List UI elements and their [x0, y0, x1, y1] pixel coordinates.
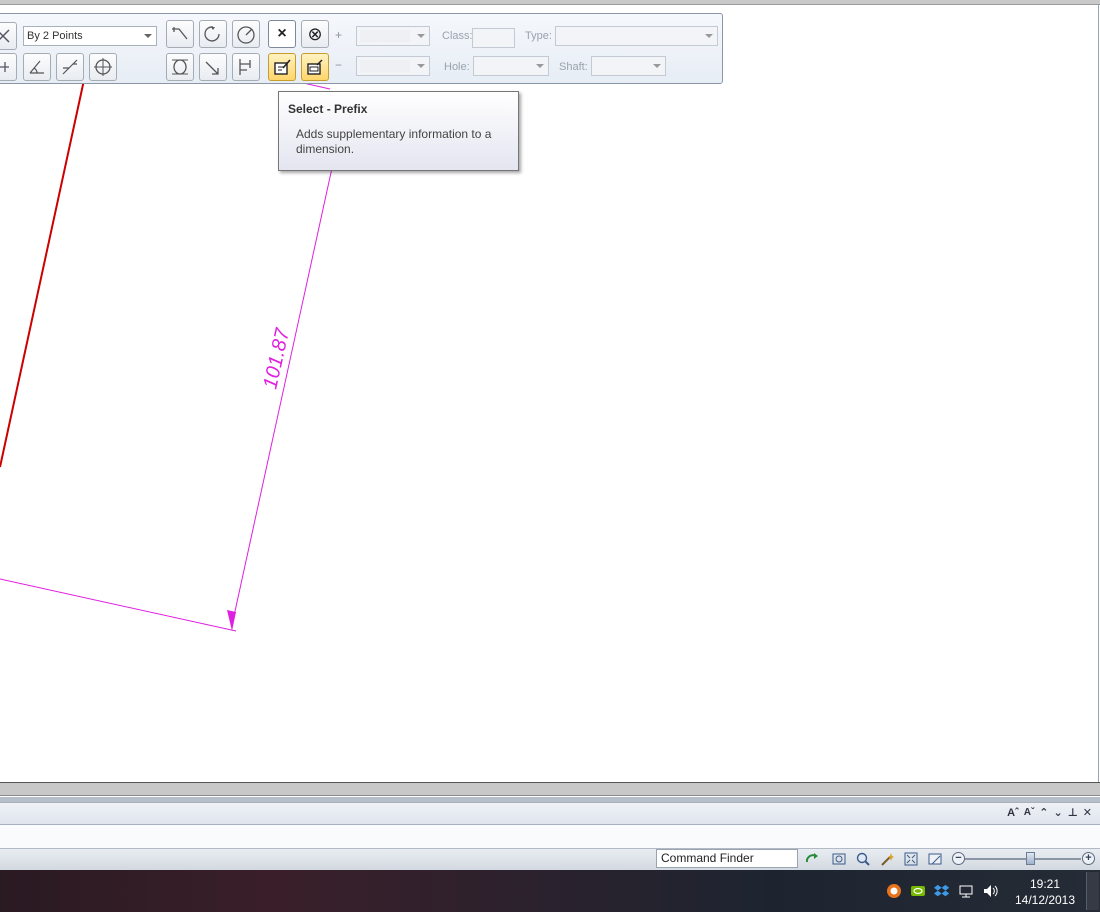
docked-panel-body[interactable] — [0, 825, 1100, 849]
dimension-line — [231, 167, 333, 626]
upper-tolerance-combo[interactable] — [356, 26, 430, 46]
font-decrease-icon[interactable]: Aˇ — [1024, 806, 1035, 820]
deselect-button[interactable]: ⊗ — [301, 20, 329, 48]
system-clock[interactable]: 19:21 14/12/2013 — [1010, 876, 1080, 908]
chamfer-dimension-icon — [62, 59, 78, 75]
docked-panel-header: Aˆ Aˇ ⌃ ⌄ ⊥ ✕ — [0, 802, 1100, 825]
class-field[interactable] — [472, 28, 515, 48]
prefix-button[interactable] — [268, 53, 296, 81]
smart-dimension-icon — [0, 29, 10, 43]
close-icon[interactable]: ✕ — [1083, 806, 1092, 820]
shaft-combo[interactable] — [591, 56, 666, 76]
angle-dimension-icon — [29, 60, 44, 74]
chevron-down-icon — [653, 64, 661, 68]
circle-x-icon: ⊗ — [307, 23, 323, 44]
angle-between-button[interactable] — [23, 53, 51, 81]
extension-line-bottom — [0, 578, 237, 632]
show-desktop-button[interactable] — [1086, 872, 1099, 910]
type-label: Type: — [525, 30, 552, 42]
clock-time: 19:21 — [1029, 877, 1061, 891]
chevron-down-icon — [417, 64, 425, 68]
pin-icon[interactable]: ⊥ — [1068, 806, 1078, 820]
radial-dimension-button[interactable] — [232, 20, 260, 48]
angular-coordinate-icon — [239, 59, 251, 75]
command-finder-input[interactable]: Command Finder — [656, 849, 798, 868]
type-combo[interactable] — [555, 26, 718, 46]
tooltip-body: Adds supplementary information to a dime… — [296, 127, 492, 156]
dimension-style-icon — [307, 59, 323, 75]
minus-sign: − — [335, 58, 343, 72]
hole-combo[interactable] — [473, 56, 549, 76]
hole-label: Hole: — [444, 61, 470, 73]
zoom-slider-track[interactable] — [965, 858, 1081, 860]
collapse-up-icon[interactable]: ⌃ — [1039, 806, 1048, 820]
chevron-down-icon — [705, 34, 713, 38]
angular-dimension-icon — [204, 26, 220, 42]
volume-icon[interactable] — [982, 883, 998, 899]
zoom-slider-thumb[interactable] — [1026, 852, 1035, 865]
horizontal-scrollbar[interactable] — [0, 782, 1100, 796]
dimension-command-bar: By 2 Points × ⊗ + Class: Type: − Hole: S… — [0, 13, 723, 84]
zoom-out-icon[interactable]: − — [952, 852, 965, 865]
zoom-in-icon[interactable]: + — [1082, 852, 1095, 865]
angular-coordinate-button[interactable] — [232, 53, 260, 81]
measure-mode-combo[interactable]: By 2 Points — [23, 26, 157, 46]
dimension-style-button[interactable] — [301, 53, 329, 81]
coordinate-dimension-button[interactable] — [199, 53, 227, 81]
lower-tolerance-combo[interactable] — [356, 56, 430, 76]
linear-dimension-icon — [172, 27, 188, 40]
tooltip: Select - Prefix Adds supplementary infor… — [278, 91, 519, 171]
collapse-down-icon[interactable]: ⌄ — [1054, 806, 1063, 820]
fit-view-icon[interactable] — [903, 851, 919, 867]
coordinate-dimension-icon — [205, 61, 219, 75]
diameter-dimension-icon — [94, 58, 112, 76]
zoom-area-icon[interactable] — [831, 851, 847, 867]
zoom-icon[interactable] — [855, 851, 871, 867]
chamfer-dimension-button[interactable] — [56, 53, 84, 81]
drawing-canvas[interactable]: 101.87 — [0, 5, 1099, 782]
prefix-edit-icon — [274, 59, 291, 75]
symmetric-dimension-icon — [0, 62, 9, 72]
measure-mode-value: By 2 Points — [27, 30, 83, 42]
symmetric-diameter-button[interactable] — [166, 53, 194, 81]
tooltip-title: Select - Prefix — [288, 102, 368, 116]
close-icon: × — [277, 25, 287, 42]
dimension-text: 101.87 — [259, 326, 294, 391]
nvidia-icon[interactable] — [910, 883, 926, 899]
select-button[interactable]: × — [268, 20, 296, 48]
symmetric-dimension-button[interactable] — [0, 53, 17, 81]
linear-dimension-button[interactable] — [166, 20, 194, 48]
radial-dimension-icon — [237, 26, 255, 44]
shaft-label: Shaft: — [559, 61, 588, 73]
smart-dimension-button[interactable] — [0, 22, 17, 50]
clock-date: 14/12/2013 — [1014, 893, 1076, 907]
diameter-dimension-button[interactable] — [89, 53, 117, 81]
plus-sign: + — [335, 28, 343, 42]
drawing-svg: 101.87 — [0, 79, 333, 632]
chevron-down-icon — [536, 64, 544, 68]
class-label: Class: — [442, 30, 473, 42]
chevron-down-icon — [144, 34, 152, 38]
font-increase-icon[interactable]: Aˆ — [1007, 806, 1019, 820]
network-icon[interactable] — [958, 883, 974, 899]
chevron-down-icon — [417, 34, 425, 38]
dimension-arrowhead — [227, 610, 236, 631]
geometry-line — [0, 79, 85, 468]
symmetric-diameter-icon — [172, 59, 188, 75]
dropbox-icon[interactable] — [934, 883, 950, 899]
refresh-icon[interactable] — [804, 851, 820, 867]
angular-dimension-button[interactable] — [199, 20, 227, 48]
sheet-view-icon[interactable] — [927, 851, 943, 867]
pan-wand-icon[interactable] — [879, 851, 895, 867]
avast-icon[interactable] — [886, 883, 902, 899]
